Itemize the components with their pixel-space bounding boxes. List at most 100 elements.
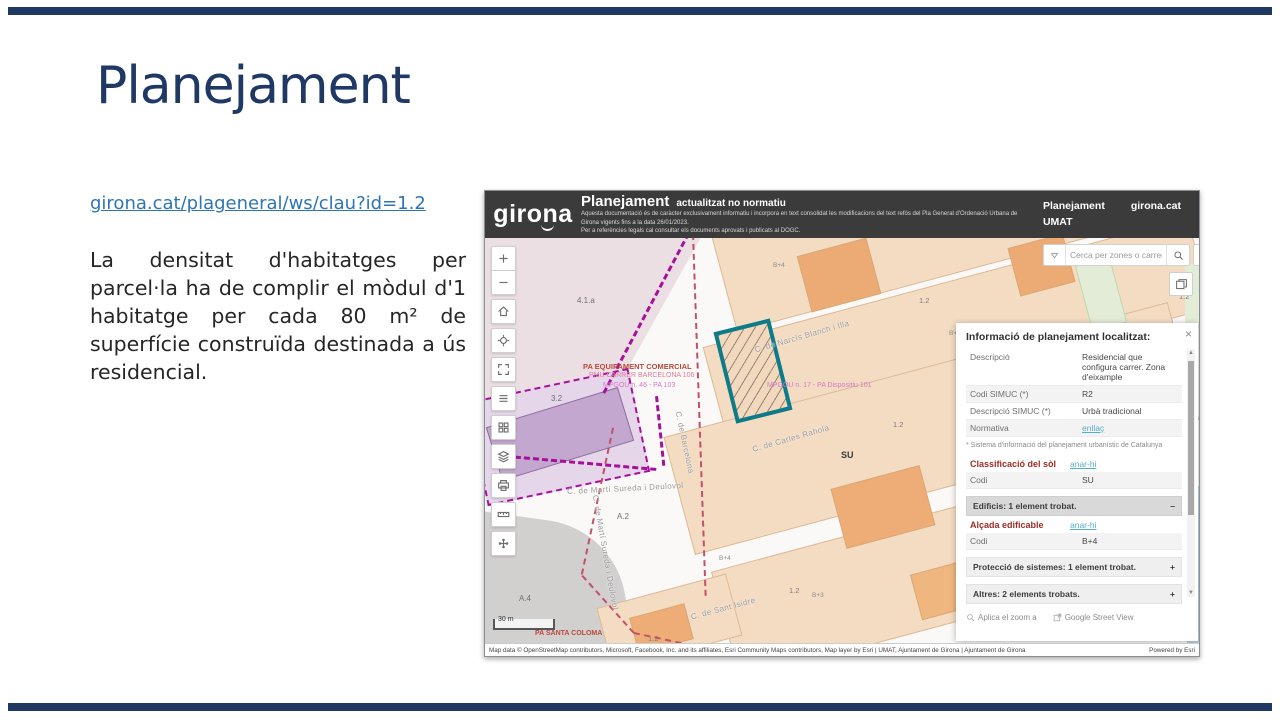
parcel-code-label: 1.2 [919, 296, 929, 305]
map-toolbar [491, 246, 516, 556]
row-value: SU [1078, 472, 1182, 488]
girona-logo-smile [541, 223, 554, 231]
panel-row: Codi SU [966, 472, 1182, 489]
app-subtitle: actualitzat no normatiu [676, 198, 785, 209]
altres-header-label: Altres: 2 elements trobats. [973, 589, 1080, 599]
attribution-text: Map data © OpenStreetMap contributors, M… [489, 647, 1026, 654]
parcel-code-label: 1.2 [893, 420, 903, 429]
home-icon [497, 305, 510, 318]
panel-scrollbar[interactable]: ▲ ▼ [1187, 349, 1195, 597]
row-label: Codi [966, 533, 1078, 549]
scroll-up-icon[interactable]: ▲ [1187, 350, 1195, 356]
pan-button[interactable] [491, 531, 516, 556]
apply-zoom-label: Aplica el zoom a [978, 613, 1037, 622]
scroll-down-icon[interactable]: ▼ [1187, 590, 1195, 596]
info-panel: Informació de planejament localitzat: × … [956, 323, 1198, 641]
alcada-heading: Alçada edificable [970, 520, 1070, 530]
body-paragraph: La densitat d'habitatges per parcel·la h… [90, 246, 466, 386]
parcel-code-label: 1.2 [648, 634, 658, 643]
search-bar: » [1043, 244, 1199, 266]
height-code-label: B+3 [812, 592, 824, 599]
minus-icon [497, 276, 510, 289]
header-right-unit: UMAT [1043, 215, 1105, 231]
zoom-in-button[interactable] [491, 246, 516, 271]
normativa-link[interactable]: enllaç [1078, 420, 1182, 436]
street-view-label: Google Street View [1065, 613, 1134, 622]
search-input[interactable] [1066, 250, 1166, 260]
row-label: Codi SIMUC (*) [966, 386, 1078, 402]
fullscreen-button[interactable] [491, 357, 516, 382]
row-label: Normativa [966, 420, 1078, 436]
close-icon[interactable]: × [1185, 328, 1192, 340]
legend-button[interactable] [491, 386, 516, 411]
row-value: Urbà tradicional [1078, 403, 1182, 419]
app-header: girona Planejament actualitzat no normat… [485, 191, 1199, 238]
pmu-label: PMU CARRER BARCELONA 106 [589, 372, 694, 379]
classificacio-section-header: Classificació del sòl anar-hi [966, 455, 1182, 472]
panel-row: Codi B+4 [966, 533, 1182, 550]
search-icon [1173, 250, 1184, 261]
alcada-section-header: Alçada edificable anar-hi [966, 516, 1182, 533]
apply-zoom-action[interactable]: Aplica el zoom a [966, 613, 1037, 622]
panel-actions: Aplica el zoom a Google Street View [966, 613, 1182, 622]
map-canvas[interactable]: 4.1.a 3.2 PA EQUIPAMENT COMERCIAL PMU CA… [485, 238, 1199, 644]
basemap-toggle-button[interactable] [1169, 272, 1193, 296]
app-disclaimer-line2: Per a referències legals cal consultar e… [581, 227, 1029, 236]
measure-button[interactable] [491, 502, 516, 527]
layers-button[interactable] [491, 444, 516, 469]
search-expand-button[interactable]: » [1193, 244, 1199, 266]
classificacio-link[interactable]: anar-hi [1070, 459, 1096, 469]
zoom-out-button[interactable] [491, 270, 516, 295]
girona-url-link[interactable]: girona.cat/plageneral/ws/clau?id=1.2 [90, 193, 426, 214]
legend-icon [497, 392, 510, 405]
zone-label: 4.1.a [577, 296, 595, 305]
header-right-title: Planejament [1043, 199, 1105, 215]
app-disclaimer-line1: Aquesta documentació és de caràcter excl… [581, 210, 1029, 227]
slide: Planejament girona.cat/plageneral/ws/cla… [0, 0, 1280, 720]
collapse-icon[interactable]: – [1170, 501, 1175, 511]
print-button[interactable] [491, 473, 516, 498]
panel-footnote: * Sistema d'informació del planejament u… [966, 442, 1182, 449]
alcada-link[interactable]: anar-hi [1070, 520, 1096, 530]
altres-section-header[interactable]: Altres: 2 elements trobats. + [966, 584, 1182, 604]
page-title: Planejament [96, 56, 410, 116]
street-view-action[interactable]: Google Street View [1053, 613, 1134, 622]
planejament-app-screenshot: girona Planejament actualitzat no normat… [484, 190, 1200, 657]
panel-row: Descripció Residencial que configura car… [966, 349, 1182, 386]
chevron-down-icon [1050, 251, 1059, 260]
home-button[interactable] [491, 299, 516, 324]
map-attribution: Map data © OpenStreetMap contributors, M… [485, 643, 1199, 656]
zone-label: A.4 [519, 594, 531, 603]
boundary-line-magenta [655, 396, 665, 466]
app-header-right: Planejament UMAT girona.cat [1037, 199, 1199, 231]
layers-icon [497, 450, 510, 463]
expand-icon[interactable]: + [1170, 562, 1175, 572]
panel-row: Normativa enllaç [966, 420, 1182, 437]
scale-bar: 30 m [493, 619, 555, 630]
row-label: Descripció SIMUC (*) [966, 403, 1078, 419]
print-icon [497, 479, 510, 492]
search-submit-button[interactable] [1166, 245, 1189, 265]
su-label: SU [841, 450, 854, 460]
basemap-gallery-button[interactable] [491, 415, 516, 440]
height-code-label: B+4 [719, 555, 731, 562]
girona-logo: girona [485, 200, 581, 229]
zone-label: 3.2 [551, 394, 562, 403]
external-link-icon [1053, 613, 1062, 622]
plus-icon [497, 252, 510, 265]
edificis-section-header[interactable]: Edificis: 1 element trobat. – [966, 496, 1182, 516]
slide-top-accent-bar [8, 7, 1272, 15]
pan-icon [497, 537, 510, 550]
header-right-site[interactable]: girona.cat [1131, 200, 1181, 212]
locate-button[interactable] [491, 328, 516, 353]
parcel-code-label: 1.2 [789, 586, 799, 595]
proteccio-section-header[interactable]: Protecció de sistemes: 1 element trobat.… [966, 557, 1182, 577]
info-panel-title: Informació de planejament localitzat: [966, 331, 1182, 343]
row-label: Codi [966, 472, 1078, 488]
scrollbar-thumb[interactable] [1188, 361, 1194, 515]
panel-row: Codi SIMUC (*) R2 [966, 386, 1182, 403]
row-value: B+4 [1078, 533, 1182, 549]
zoom-icon [966, 613, 975, 622]
expand-icon[interactable]: + [1170, 589, 1175, 599]
search-filter-dropdown[interactable] [1044, 245, 1066, 265]
